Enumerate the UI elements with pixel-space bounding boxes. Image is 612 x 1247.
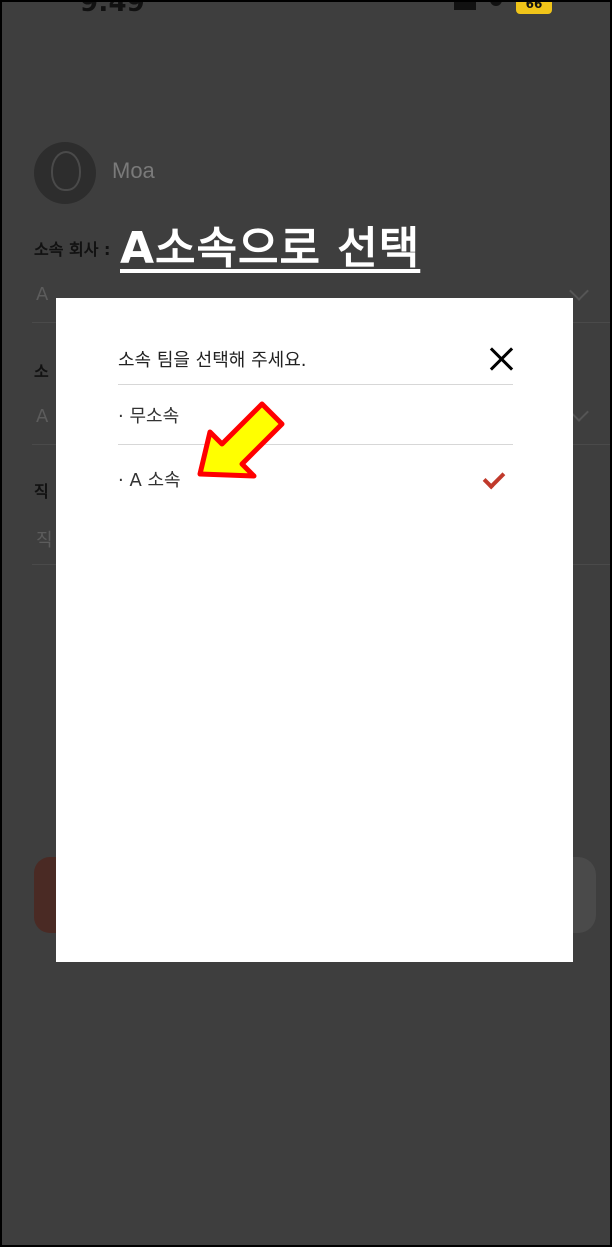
team-value: A — [36, 406, 49, 427]
status-time: 9:49 — [80, 0, 145, 18]
company-value: A — [36, 284, 49, 305]
face-icon — [51, 151, 81, 191]
check-icon — [482, 466, 506, 490]
app-name: Moa — [112, 158, 155, 183]
signal-icon — [454, 2, 476, 10]
position-label: 직 — [34, 482, 49, 501]
divider — [118, 384, 513, 385]
team-select-modal: 소속 팀을 선택해 주세요. · 무소속 · A 소속 — [56, 298, 573, 962]
phone-screen: 9:49 66 Moa 소속 회사 : A 소 A 직 직 A소속으로 선택 소… — [0, 0, 612, 1247]
divider — [118, 444, 513, 445]
battery-icon: 66 — [516, 2, 552, 14]
option-label: · 무소속 — [118, 406, 180, 427]
annotation-banner: A소속으로 선택 — [120, 223, 421, 274]
wifi-icon — [490, 2, 502, 6]
option-label: · A 소속 — [118, 470, 181, 491]
position-placeholder: 직 — [36, 530, 53, 551]
modal-title: 소속 팀을 선택해 주세요. — [118, 350, 307, 371]
option-a-team[interactable]: · A 소속 — [118, 460, 513, 500]
option-none[interactable]: · 무소속 — [118, 396, 513, 436]
close-icon[interactable] — [486, 344, 516, 374]
pointer-arrow-icon — [197, 401, 285, 479]
company-label: 소속 회사 : — [34, 240, 111, 259]
team-label: 소 — [34, 362, 49, 381]
status-icons: 66 — [454, 2, 552, 14]
